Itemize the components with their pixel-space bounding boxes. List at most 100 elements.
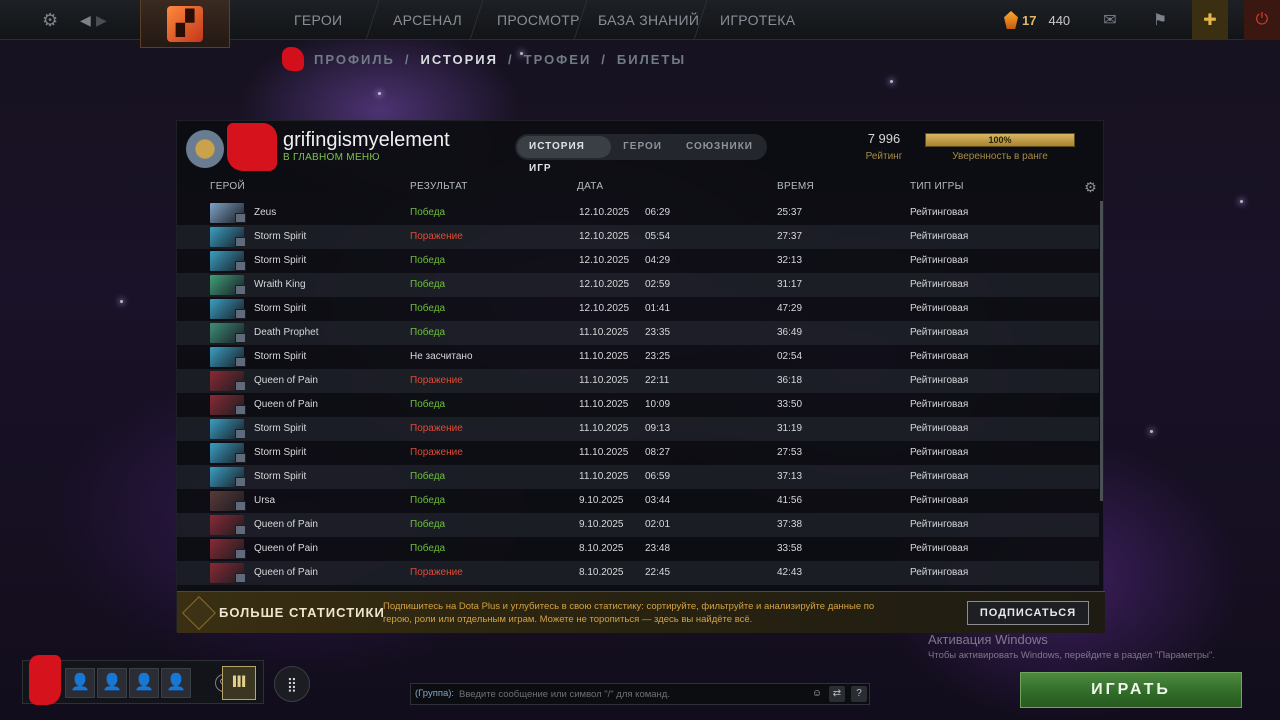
match-time: 02:01 [645, 519, 671, 530]
nav-watch[interactable]: ПРОСМОТР [497, 0, 580, 40]
currency-display[interactable]: 17 440 [1004, 8, 1070, 32]
dota-plus-icon[interactable]: ✚ [1192, 0, 1228, 40]
match-duration: 36:49 [777, 327, 803, 338]
tab-match-history[interactable]: ИСТОРИЯ ИГР [517, 136, 612, 174]
tab-heroes[interactable]: ГЕРОИ [611, 136, 674, 158]
match-duration: 37:38 [777, 519, 803, 530]
table-row[interactable]: Wraith King Победа 12.10.2025 02:59 31:17 Рей… [177, 273, 1099, 297]
table-row[interactable]: Storm Spirit Победа 12.10.2025 01:41 47:29 Ре… [177, 297, 1099, 321]
subnav-profile[interactable]: ПРОФИЛЬ [314, 52, 395, 67]
role-badge-icon [235, 549, 246, 559]
nav-arcade[interactable]: ИГРОТЕКА [720, 0, 795, 40]
match-result: Победа [410, 303, 446, 314]
player-status: В ГЛАВНОМ МЕНЮ [283, 152, 380, 163]
windows-activation-watermark: Активация Windows Чтобы активировать Win… [928, 632, 1215, 661]
party-slot-empty[interactable]: 👤 [161, 668, 191, 698]
subnav-history[interactable]: ИСТОРИЯ [421, 52, 499, 67]
table-settings-gear-icon[interactable]: ⚙ [1084, 179, 1097, 196]
shards-count: 440 [1048, 12, 1071, 28]
hero-name: Queen of Pain [254, 399, 318, 410]
dota-logo-button[interactable]: ▞ [140, 0, 230, 48]
match-result: Победа [410, 543, 446, 554]
emoji-icon[interactable]: ☺ [809, 686, 825, 702]
table-row[interactable]: Ursa Победа 9.10.2025 03:44 41:56 Рейтинговая [177, 489, 1099, 513]
table-row[interactable]: Storm Spirit Поражение 11.10.2025 08:27 27:5… [177, 441, 1099, 465]
column-type: ТИП ИГРЫ [910, 181, 964, 192]
rank-tier-icon[interactable]: Ⅲ [222, 666, 256, 700]
table-row[interactable]: Zeus Победа 12.10.2025 06:29 25:37 Рейтингова… [177, 201, 1099, 225]
history-tabs: ИСТОРИЯ ИГР ГЕРОИ СОЮЗНИКИ [515, 134, 767, 174]
tab-allies[interactable]: СОЮЗНИКИ [674, 136, 765, 158]
table-row[interactable]: Death Prophet Победа 11.10.2025 23:35 36:49 Р… [177, 321, 1099, 345]
party-slot-empty[interactable]: 👤 [129, 668, 159, 698]
profile-header: grifingismyelement В ГЛАВНОМ МЕНЮ ИСТОРИ… [177, 121, 1105, 177]
role-badge-icon [235, 285, 246, 295]
match-date: 9.10.2025 [579, 495, 624, 506]
table-row[interactable]: Storm Spirit Поражение 11.10.2025 09:13 31:1… [177, 417, 1099, 441]
table-row[interactable]: Storm Spirit Не засчитано 11.10.2025 23:25 0… [177, 345, 1099, 369]
match-type: Рейтинговая [910, 327, 969, 338]
match-type: Рейтинговая [910, 351, 969, 362]
match-time: 22:45 [645, 567, 671, 578]
chat-input[interactable] [459, 684, 799, 704]
chat-channel-label[interactable]: (Группа): [415, 684, 454, 704]
match-history-panel: grifingismyelement В ГЛАВНОМ МЕНЮ ИСТОРИ… [176, 120, 1105, 633]
subscribe-button[interactable]: ПОДПИСАТЬСЯ [967, 601, 1089, 625]
match-date: 11.10.2025 [579, 471, 629, 482]
group-finder-icon[interactable]: ⣿ [274, 666, 310, 702]
dota-plus-emblem-icon [182, 596, 216, 630]
back-arrow-icon[interactable]: ◀ [80, 9, 91, 31]
chat-link-icon[interactable]: ⇄ [829, 686, 845, 702]
rank-medal-icon[interactable] [183, 127, 227, 171]
match-date: 12.10.2025 [579, 207, 630, 218]
nav-learn[interactable]: БАЗА ЗНАНИЙ [598, 0, 699, 40]
guild-banner-icon[interactable]: ⚑ [1142, 0, 1178, 40]
party-slot-empty[interactable]: 👤 [65, 668, 95, 698]
match-type: Рейтинговая [910, 303, 969, 314]
forward-arrow-icon[interactable]: ▶ [96, 9, 107, 31]
avatar-redacted[interactable] [29, 655, 61, 705]
party-slot-empty[interactable]: 👤 [97, 668, 127, 698]
role-badge-icon [235, 429, 246, 439]
table-row[interactable]: Queen of Pain Победа 11.10.2025 10:09 33:50 Р… [177, 393, 1099, 417]
match-duration: 27:37 [777, 231, 803, 242]
table-header: ГЕРОЙ РЕЗУЛЬТАТ ДАТА ВРЕМЯ ТИП ИГРЫ ⚙ [177, 179, 1105, 199]
subnav-separator: / [508, 51, 514, 67]
hero-name: Queen of Pain [254, 567, 318, 578]
star-decoration [120, 300, 123, 303]
table-row[interactable]: Storm Spirit Победа 11.10.2025 06:59 37:13 Ре… [177, 465, 1099, 489]
match-date: 8.10.2025 [579, 567, 624, 578]
match-time: 05:54 [645, 231, 671, 242]
table-row[interactable]: Storm Spirit Победа 12.10.2025 04:29 32:13 Ре… [177, 249, 1099, 273]
match-duration: 47:29 [777, 303, 803, 314]
role-badge-icon [235, 477, 246, 487]
table-row[interactable]: Storm Spirit Поражение 12.10.2025 05:54 27:3… [177, 225, 1099, 249]
nav-armory[interactable]: АРСЕНАЛ [393, 0, 462, 40]
profile-subnav: ПРОФИЛЬ / ИСТОРИЯ / ТРОФЕИ / БИЛЕТЫ [282, 47, 686, 71]
subnav-tickets[interactable]: БИЛЕТЫ [617, 52, 686, 67]
match-type: Рейтинговая [910, 567, 969, 578]
hero-name: Queen of Pain [254, 519, 318, 530]
match-type: Рейтинговая [910, 255, 969, 266]
hero-name: Death Prophet [254, 327, 319, 338]
match-date: 12.10.2025 [579, 255, 630, 266]
subnav-trophies[interactable]: ТРОФЕИ [524, 52, 592, 67]
role-badge-icon [235, 333, 246, 343]
table-row[interactable]: Queen of Pain Победа 8.10.2025 23:48 33:58 Ре… [177, 537, 1099, 561]
match-time: 08:27 [645, 447, 671, 458]
table-row[interactable]: Queen of Pain Поражение 11.10.2025 22:11 36:… [177, 369, 1099, 393]
star-decoration [1240, 200, 1243, 203]
play-button[interactable]: ИГРАТЬ [1020, 672, 1242, 708]
table-row[interactable]: Queen of Pain Победа 9.10.2025 02:01 37:38 Ре… [177, 513, 1099, 537]
power-icon[interactable]: ⏻ [1244, 0, 1280, 40]
mail-icon[interactable]: ✉ [1092, 0, 1128, 40]
match-duration: 31:17 [777, 279, 803, 290]
dota-plus-promo: БОЛЬШЕ СТАТИСТИКИ Подпишитесь на Dota Pl… [177, 591, 1105, 633]
table-row[interactable]: Queen of Pain Поражение 8.10.2025 22:45 42:4… [177, 561, 1099, 585]
settings-gear-icon[interactable]: ⚙ [42, 9, 58, 31]
chat-help-icon[interactable]: ? [851, 686, 867, 702]
nav-heroes[interactable]: ГЕРОИ [294, 0, 342, 40]
confidence-bar: 100% [925, 133, 1075, 147]
scrollbar[interactable] [1100, 201, 1103, 501]
avatar-redacted[interactable] [227, 123, 277, 171]
